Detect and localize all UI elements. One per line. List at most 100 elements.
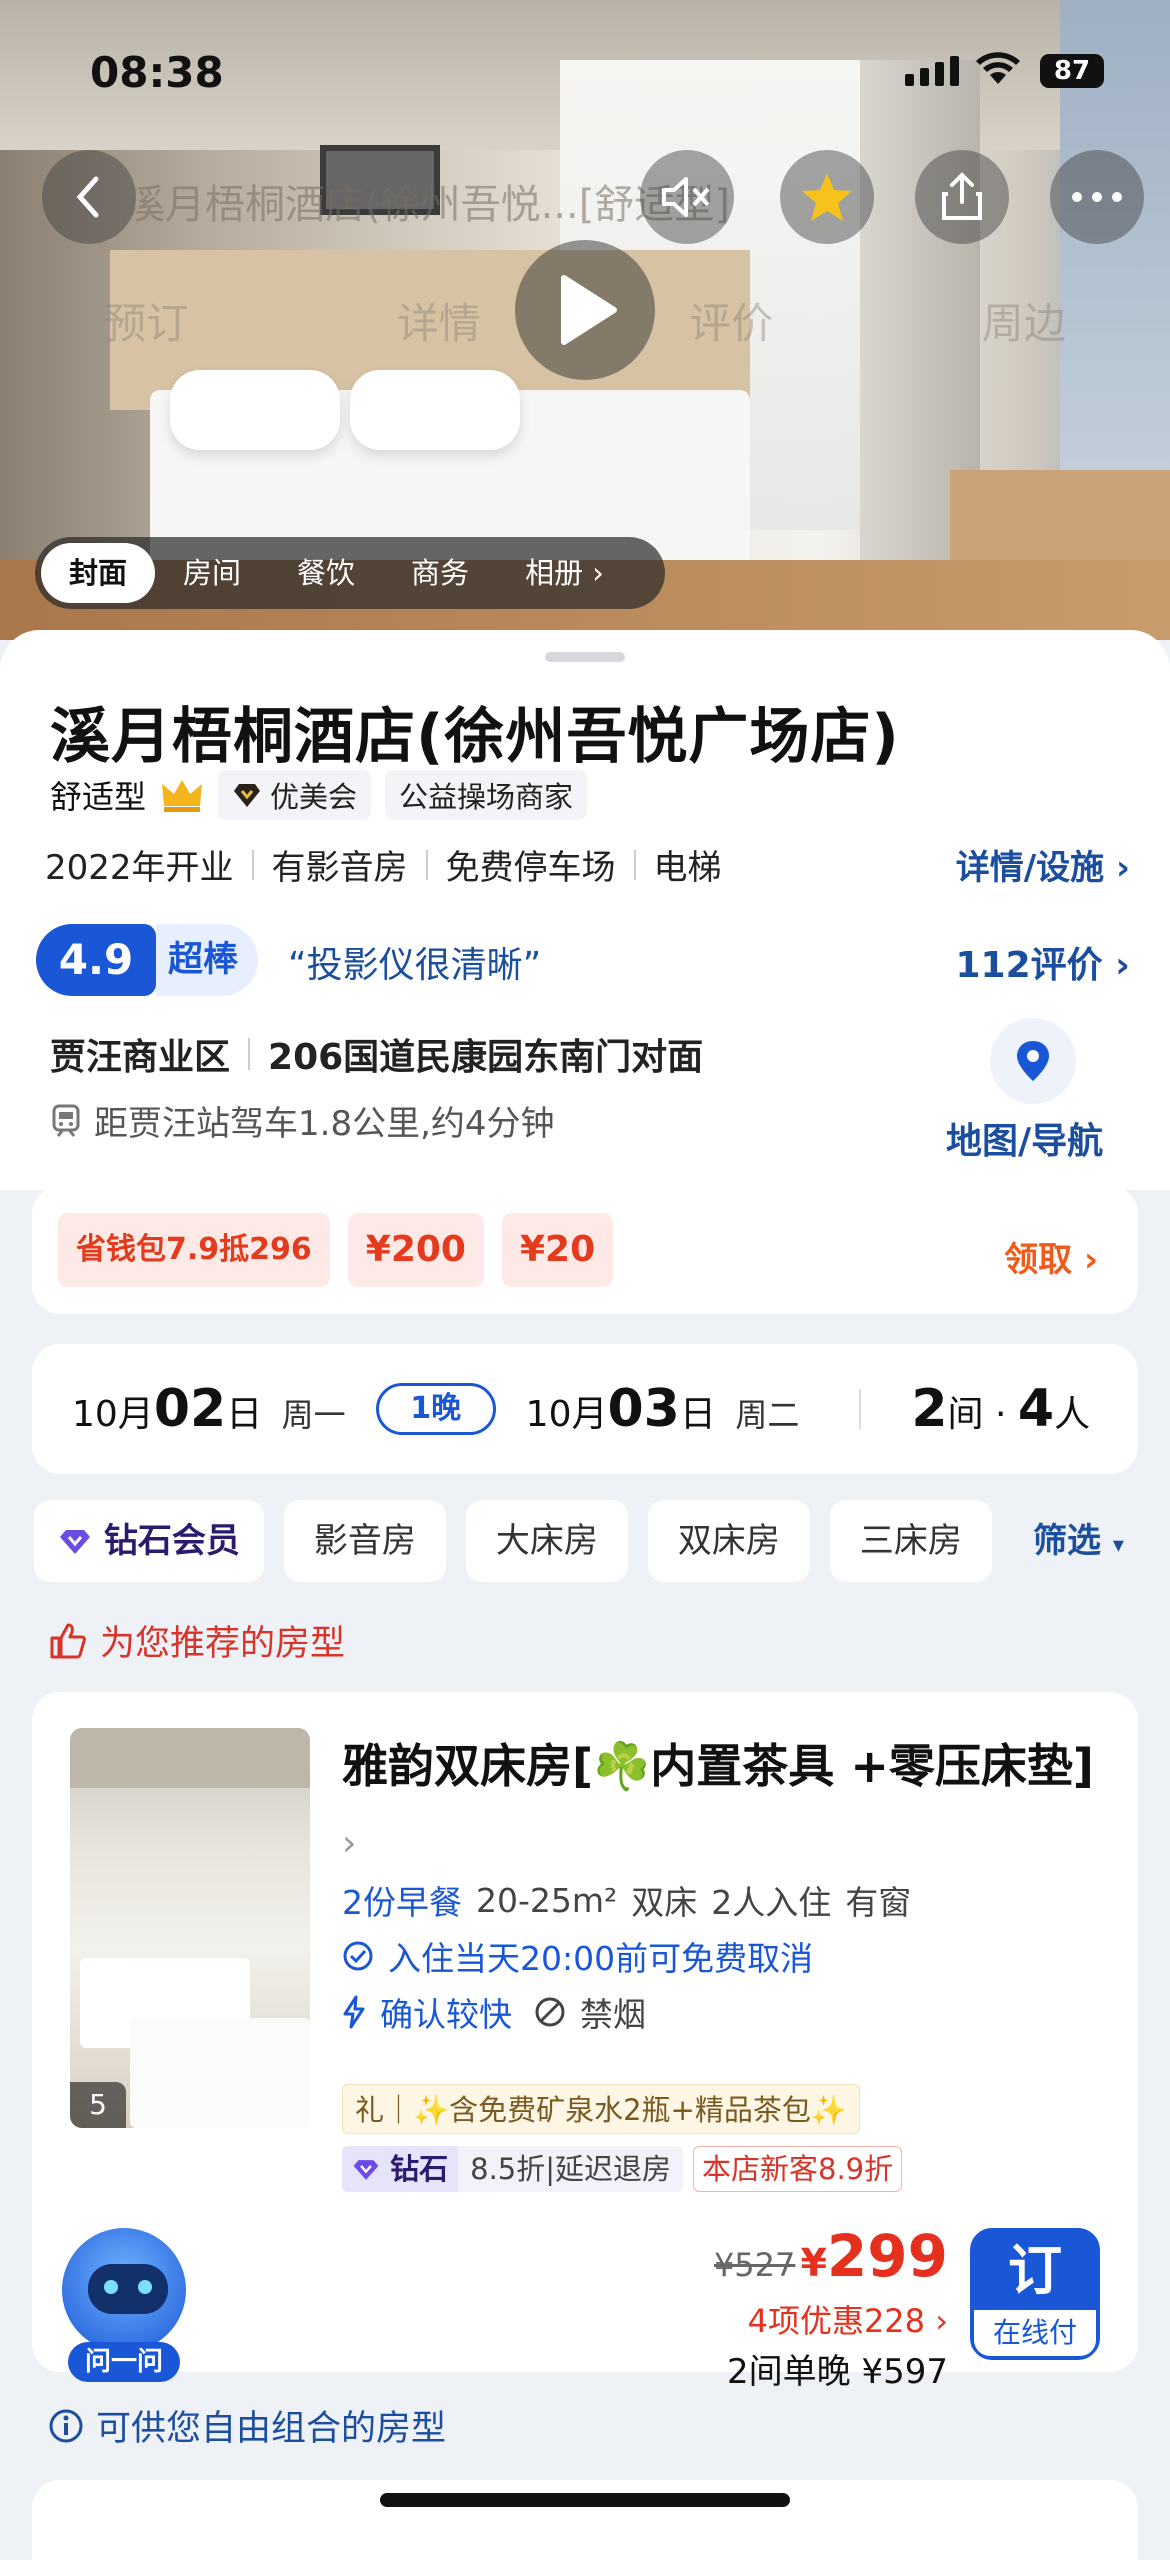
battery-indicator: 87 xyxy=(1040,54,1104,88)
guests-count: 4 xyxy=(1017,1379,1055,1439)
bed-type: 双床 xyxy=(631,1883,698,1922)
map-button[interactable] xyxy=(990,1018,1076,1104)
diamond-tag-label: 钻石 xyxy=(390,2152,449,2186)
home-indicator[interactable] xyxy=(380,2493,790,2507)
divider xyxy=(859,1389,862,1429)
claim-coupons-button[interactable]: 领取 › xyxy=(1004,1232,1098,1281)
more-button[interactable] xyxy=(1050,150,1144,244)
tab-nearby[interactable]: 周边 xyxy=(982,290,1066,350)
discounts-label: 4项优惠228 xyxy=(747,2302,926,2340)
claim-label: 领取 xyxy=(1004,1240,1073,1280)
filter-chip-king-room[interactable]: 大床房 xyxy=(465,1500,628,1582)
map-navigation-label[interactable]: 地图/导航 xyxy=(946,1112,1103,1164)
heart-diamond-icon xyxy=(234,784,261,807)
tab-reviews[interactable]: 评价 xyxy=(689,290,773,350)
rooms-unit: 间 · xyxy=(947,1394,1018,1435)
media-tab-dining[interactable]: 餐饮 xyxy=(269,543,383,603)
current-price: 299 xyxy=(826,2222,948,2290)
filter-diamond-member[interactable]: 钻石会员 xyxy=(34,1500,264,1582)
media-tabs: 封面 房间 餐饮 商务 相册 › xyxy=(35,537,665,609)
checkin-date[interactable]: 10月02日 周一 xyxy=(72,1379,346,1439)
media-tab-rooms[interactable]: 房间 xyxy=(155,543,269,603)
checkout-date[interactable]: 10月03日 周二 xyxy=(526,1379,800,1439)
diamond-heart-icon xyxy=(60,1530,90,1554)
book-label: 订 xyxy=(1008,2239,1062,2302)
diamond-benefit: 8.5折|延迟退房 xyxy=(458,2146,684,2192)
robot-icon xyxy=(62,2228,186,2352)
facility-list: 2022年开业 有影音房 免费停车场 电梯 xyxy=(45,840,722,889)
breakfast: 2份早餐 xyxy=(342,1883,462,1922)
room-area: 20-25m² xyxy=(476,1880,618,1920)
media-tab-album-label: 相册 xyxy=(525,556,584,590)
checkin-unit: 日 xyxy=(226,1394,263,1435)
collect-button[interactable] xyxy=(780,150,874,244)
sheet-grabber[interactable] xyxy=(545,652,625,662)
free-combo-heading[interactable]: 可供您自由组合的房型 xyxy=(48,2400,446,2451)
filter-chip-av-room[interactable]: 影音房 xyxy=(283,1500,446,1582)
review-quote[interactable]: “投影仪很清晰” xyxy=(288,936,541,988)
thumbs-up-icon xyxy=(50,1623,86,1658)
new-guest-discount: 本店新客8.9折 xyxy=(693,2146,903,2192)
status-time: 08:38 xyxy=(90,48,224,97)
more-dots-icon xyxy=(1072,192,1122,202)
rooms-guests-selector[interactable]: 2间 · 4人 xyxy=(911,1379,1090,1439)
hotel-tags: 舒适型 优美会 公益操场商家 xyxy=(50,770,588,820)
member-benefits[interactable]: 钻石 8.5折|延迟退房 本店新客8.9折 xyxy=(342,2146,903,2192)
reviews-count: 112评价 xyxy=(955,945,1103,986)
rating-badge[interactable]: 4.9 超棒 xyxy=(36,924,259,996)
filter-label: 筛选 xyxy=(1033,1521,1101,1561)
facility-item: 2022年开业 xyxy=(45,848,234,888)
media-tab-album[interactable]: 相册 › xyxy=(497,543,614,603)
reviews-link[interactable]: 112评价 › xyxy=(955,936,1130,988)
caret-down-icon: ▾ xyxy=(1112,1533,1124,1558)
media-tab-business[interactable]: 商务 xyxy=(383,543,497,603)
coupon-20[interactable]: ¥20 xyxy=(501,1213,614,1287)
rooms-count: 2 xyxy=(911,1379,948,1439)
mute-button[interactable] xyxy=(640,150,734,244)
media-tab-cover[interactable]: 封面 xyxy=(41,543,156,603)
chevron-left-icon xyxy=(76,176,99,218)
play-video-button[interactable] xyxy=(515,240,655,380)
star-icon xyxy=(802,173,852,221)
top-nav: 溪月梧桐酒店(徐州吾悦...[舒适型] xyxy=(0,150,1170,250)
lightning-icon xyxy=(343,1995,365,2029)
info-icon xyxy=(49,2409,83,2442)
merchant-chip[interactable]: 公益操场商家 xyxy=(385,770,588,820)
details-facilities-link[interactable]: 详情/设施 › xyxy=(956,840,1130,889)
coupon-card: 省钱包7.9抵296 ¥200 ¥20 领取 › xyxy=(32,1186,1138,1314)
tab-booking[interactable]: 预订 xyxy=(104,290,188,350)
room-title[interactable]: 雅韵双床房[☘️内置茶具 +零压床垫] › xyxy=(342,1732,1102,1878)
no-smoking-icon xyxy=(535,1997,565,2027)
room-card[interactable]: 5 雅韵双床房[☘️内置茶具 +零压床垫] › 2份早餐 20-25m² 双床 … xyxy=(32,1692,1138,2392)
check-circle-icon xyxy=(343,1941,373,1971)
filter-chip-twin-room[interactable]: 双床房 xyxy=(647,1500,810,1582)
assistant-bot-button[interactable]: 问一问 xyxy=(58,2228,188,2382)
coupon-200[interactable]: ¥200 xyxy=(347,1213,484,1287)
cancel-policy[interactable]: 入住当天20:00前可免费取消 xyxy=(342,1932,813,1980)
share-icon xyxy=(942,172,982,220)
coupon-savings-pack[interactable]: 省钱包7.9抵296 xyxy=(58,1213,330,1287)
recommended-heading: 为您推荐的房型 xyxy=(48,1615,345,1666)
back-button[interactable] xyxy=(42,150,136,244)
discounts-link[interactable]: 4项优惠228 › xyxy=(748,2296,948,2342)
filter-button[interactable]: 筛选 ▾ xyxy=(1015,1500,1170,1582)
tab-details[interactable]: 详情 xyxy=(397,290,481,350)
room-photo[interactable]: 5 xyxy=(70,1728,310,2128)
map-pin-icon xyxy=(1017,1041,1049,1081)
filter-diamond-label: 钻石会员 xyxy=(103,1521,240,1561)
district: 贾汪商业区 xyxy=(50,1037,231,1078)
next-room-card[interactable] xyxy=(32,2480,1138,2560)
room-title-text: 雅韵双床房[☘️内置茶具 +零压床垫] xyxy=(342,1739,1094,1793)
address-line[interactable]: 贾汪商业区 206国道民康园东南门对面 xyxy=(50,1028,703,1080)
checkout-weekday: 周二 xyxy=(735,1396,800,1434)
member-chip[interactable]: 优美会 xyxy=(218,770,372,820)
book-button[interactable]: 订 在线付 xyxy=(970,2228,1100,2360)
room-specs: 2份早餐 20-25m² 双床 2人入住 有窗 xyxy=(342,1876,911,1924)
non-smoking: 禁烟 xyxy=(580,1995,646,2034)
gift-tag[interactable]: 礼｜✨含免费矿泉水2瓶+精品茶包✨ xyxy=(342,2084,860,2134)
share-button[interactable] xyxy=(915,150,1009,244)
checkout-day: 03 xyxy=(607,1379,680,1439)
date-picker-card[interactable]: 10月02日 周一 1晚 10月03日 周二 2间 · 4人 xyxy=(32,1344,1138,1474)
filter-chip-triple-room[interactable]: 三床房 xyxy=(829,1500,992,1582)
rating-word: 超棒 xyxy=(156,924,259,996)
